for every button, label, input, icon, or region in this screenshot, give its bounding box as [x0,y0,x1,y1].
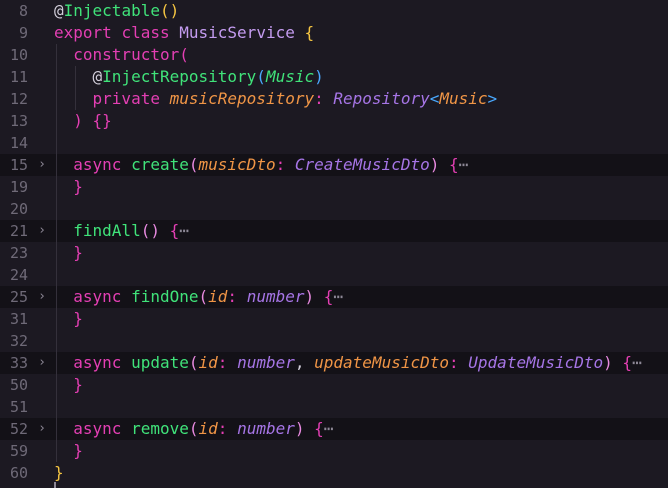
line-number: 23 [9,244,28,262]
line-number: 59 [9,442,28,460]
indent-guide [56,66,57,88]
indent-guide [56,264,57,286]
indent-guide [75,66,76,88]
indent-guide [56,308,57,330]
indent-guide [56,286,57,308]
line-content: private musicRepository: Repository<Musi… [54,88,668,110]
line-number: 60 [9,464,28,482]
code-line[interactable]: 31 } [0,308,668,330]
indent-guide [56,88,57,110]
line-number: 32 [9,332,28,350]
chevron-right-icon[interactable]: › [28,286,54,308]
chevron-right-icon[interactable]: › [28,220,54,242]
code-editor[interactable]: 8 @Injectable() 9 export class MusicServ… [0,0,668,488]
fold-ellipsis[interactable]: ⋯ [333,287,343,306]
line-content: async findOne(id: number) {⋯ [54,286,668,308]
indent-guide [56,418,57,440]
chevron-right-icon[interactable]: › [28,154,54,176]
line-content [54,132,668,154]
indent-guide [56,220,57,242]
line-number: 19 [9,178,28,196]
fold-ellipsis[interactable]: ⋯ [324,419,334,438]
chevron-right-icon[interactable]: › [28,418,54,440]
line-content: async remove(id: number) {⋯ [54,418,668,440]
code-line[interactable]: 51 [0,396,668,418]
line-content: constructor( [54,44,668,66]
line-number: 14 [9,134,28,152]
line-number: 50 [9,376,28,394]
line-content: @InjectRepository(Music) [54,66,668,88]
code-line[interactable]: 24 [0,264,668,286]
code-line[interactable]: 60 } [0,462,668,484]
indent-guide [56,396,57,418]
line-number: 11 [9,68,28,86]
line-number: 24 [9,266,28,284]
line-content [54,330,668,352]
line-content: } [54,176,668,198]
line-content: async update(id: number, updateMusicDto:… [54,352,668,374]
code-line-folded[interactable]: 21 › findAll() {⋯ [0,220,668,242]
code-line[interactable]: 11 @InjectRepository(Music) [0,66,668,88]
line-number: 20 [9,200,28,218]
chevron-right-icon[interactable]: › [28,352,54,374]
line-number: 33 [9,354,28,372]
line-content: @Injectable() [54,1,180,20]
code-line[interactable]: 8 @Injectable() [0,0,668,22]
indent-guide [56,44,57,66]
line-number: 21 [9,222,28,240]
line-number: 8 [18,2,28,20]
code-line[interactable]: 59 } [0,440,668,462]
indent-guide [56,110,57,132]
code-line-folded[interactable]: 25 › async findOne(id: number) {⋯ [0,286,668,308]
code-line[interactable]: 10 constructor( [0,44,668,66]
line-number: 52 [9,420,28,438]
code-line[interactable]: 9 export class MusicService { [0,22,668,44]
indent-guide [56,352,57,374]
fold-ellipsis[interactable]: ⋯ [459,155,469,174]
code-line[interactable]: 19 } [0,176,668,198]
line-number: 12 [9,90,28,108]
indent-guide [56,154,57,176]
line-content: findAll() {⋯ [54,220,668,242]
code-line[interactable]: 13 ) {} [0,110,668,132]
indent-guide [56,132,57,154]
line-content: } [54,242,668,264]
code-line[interactable]: 20 [0,198,668,220]
line-content [54,198,668,220]
indent-guide [56,198,57,220]
indent-guide [56,374,57,396]
indent-guide [75,88,76,110]
line-content: export class MusicService { [54,23,315,42]
code-line-folded[interactable]: 15 › async create(musicDto: CreateMusicD… [0,154,668,176]
code-line-folded[interactable]: 33 › async update(id: number, updateMusi… [0,352,668,374]
fold-ellipsis[interactable]: ⋯ [179,221,189,240]
code-line[interactable]: 50 } [0,374,668,396]
line-content: } [54,463,64,482]
text-cursor [54,482,56,488]
fold-ellipsis[interactable]: ⋯ [632,353,642,372]
line-content: } [54,308,668,330]
code-line[interactable]: 12 private musicRepository: Repository<M… [0,88,668,110]
line-content [54,264,668,286]
line-content: async create(musicDto: CreateMusicDto) {… [54,154,668,176]
line-number: 13 [9,112,28,130]
line-content: } [54,374,668,396]
code-line-folded[interactable]: 52 › async remove(id: number) {⋯ [0,418,668,440]
line-number: 31 [9,310,28,328]
line-content [54,396,668,418]
indent-guide [56,440,57,462]
indent-guide [56,330,57,352]
code-line[interactable]: 32 [0,330,668,352]
line-number: 51 [9,398,28,416]
code-line[interactable]: 23 } [0,242,668,264]
line-content: } [54,440,668,462]
code-line[interactable]: 14 [0,132,668,154]
indent-guide [56,176,57,198]
line-number: 15 [9,156,28,174]
line-content: ) {} [54,110,668,132]
indent-guide [56,242,57,264]
line-number: 10 [9,46,28,64]
line-number: 25 [9,288,28,306]
line-number: 9 [18,24,28,42]
